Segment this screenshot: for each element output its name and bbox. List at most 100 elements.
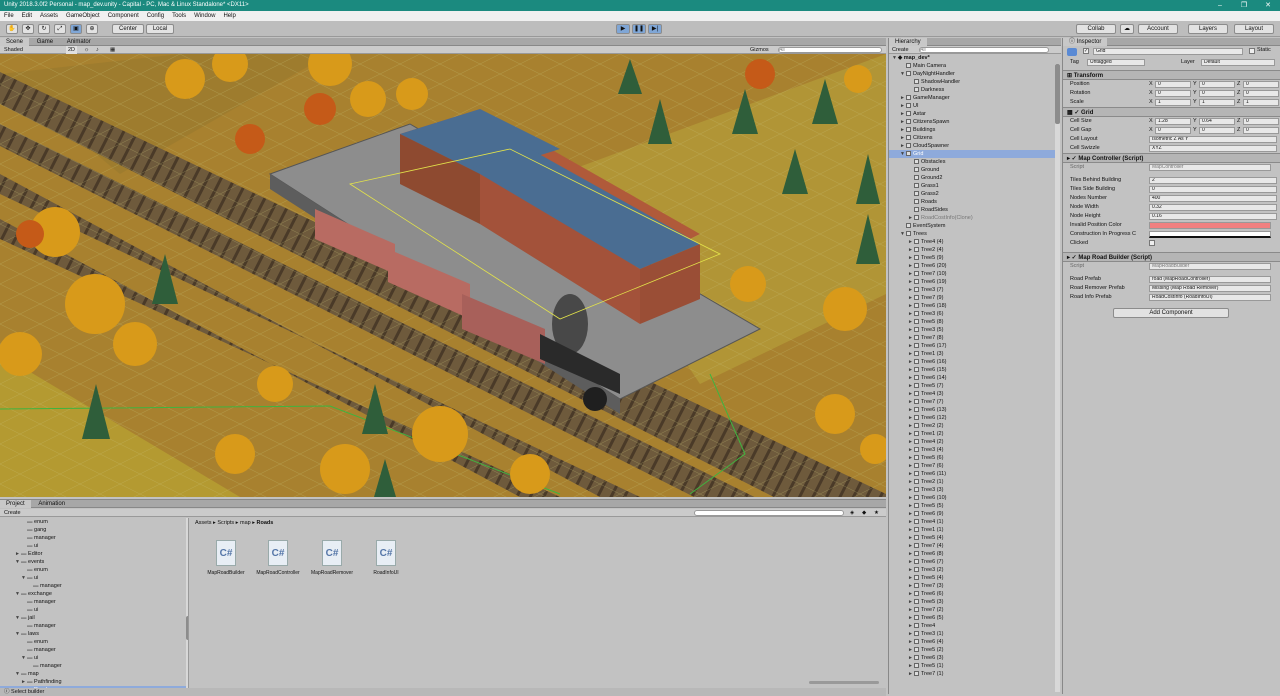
hierarchy-item[interactable]: ► Tree6 (17): [889, 342, 1060, 350]
expand-arrow-icon[interactable]: ▼: [891, 54, 898, 62]
static-checkbox[interactable]: [1249, 48, 1255, 54]
favorite-icon[interactable]: ★: [874, 509, 879, 517]
hierarchy-item[interactable]: ► Tree6 (3): [889, 654, 1060, 662]
expand-arrow-icon[interactable]: ▼: [14, 614, 21, 622]
tab-animator[interactable]: Animator: [61, 38, 97, 46]
hierarchy-item[interactable]: ► Tree4: [889, 622, 1060, 630]
expand-arrow-icon[interactable]: ►: [907, 638, 914, 646]
expand-arrow-icon[interactable]: ►: [907, 270, 914, 278]
add-component-button[interactable]: Add Component: [1113, 308, 1229, 318]
layout-dropdown[interactable]: Layout: [1234, 24, 1274, 34]
maximize-icon[interactable]: ❐: [1232, 0, 1256, 11]
expand-arrow-icon[interactable]: ►: [899, 134, 906, 142]
scene-search-input[interactable]: [778, 47, 882, 53]
project-folder-item[interactable]: ▬ manager: [0, 662, 186, 670]
pivot-local-button[interactable]: Local: [146, 24, 174, 34]
hierarchy-item[interactable]: ► Tree6 (18): [889, 302, 1060, 310]
menu-window[interactable]: Window: [190, 11, 219, 21]
vector-field-y[interactable]: 0: [1199, 90, 1235, 97]
hierarchy-item[interactable]: ► Tree7 (1): [889, 670, 1060, 678]
hierarchy-item[interactable]: ► Tree5 (7): [889, 382, 1060, 390]
vector-field-y[interactable]: 0: [1199, 81, 1235, 88]
expand-arrow-icon[interactable]: ►: [907, 390, 914, 398]
scene-root[interactable]: ▼◆ map_dev*: [889, 54, 1060, 62]
shading-dropdown[interactable]: Shaded: [4, 46, 23, 54]
project-folder-item[interactable]: ▬ manager: [0, 582, 186, 590]
hierarchy-item[interactable]: Ground2: [889, 174, 1060, 182]
expand-arrow-icon[interactable]: ►: [907, 254, 914, 262]
hand-tool-icon[interactable]: ✋: [6, 24, 18, 34]
hierarchy-item[interactable]: RoadSides: [889, 206, 1060, 214]
tab-inspector[interactable]: ⓘ Inspector: [1063, 38, 1108, 46]
hierarchy-item[interactable]: ► Tree3 (6): [889, 310, 1060, 318]
step-icon[interactable]: ▶|: [648, 24, 662, 34]
hierarchy-item[interactable]: ► Tree6 (4): [889, 638, 1060, 646]
hierarchy-item[interactable]: ► Tree6 (7): [889, 558, 1060, 566]
expand-arrow-icon[interactable]: ►: [907, 526, 914, 534]
hierarchy-item[interactable]: ► Astar: [889, 110, 1060, 118]
mode-2d-toggle[interactable]: 2D: [66, 46, 78, 54]
vector-field-x[interactable]: 1.28: [1155, 118, 1191, 125]
vector-field-z[interactable]: 0: [1243, 127, 1279, 134]
expand-arrow-icon[interactable]: ►: [907, 590, 914, 598]
cell-swizzle-dropdown[interactable]: XYZ: [1149, 145, 1277, 152]
hierarchy-item[interactable]: ► Tree6 (19): [889, 278, 1060, 286]
pivot-center-button[interactable]: Center: [112, 24, 144, 34]
expand-arrow-icon[interactable]: ▼: [899, 230, 906, 238]
hierarchy-item[interactable]: ► Tree1 (1): [889, 526, 1060, 534]
breadcrumb-item[interactable]: map: [240, 520, 251, 526]
hierarchy-item[interactable]: ► Tree4 (4): [889, 238, 1060, 246]
expand-arrow-icon[interactable]: ►: [907, 534, 914, 542]
hierarchy-item[interactable]: ► CitizensSpawn: [889, 118, 1060, 126]
map-road-builder-header[interactable]: ▸ ✓ Map Road Builder (Script): [1063, 252, 1280, 262]
hierarchy-item[interactable]: ► Tree3 (7): [889, 286, 1060, 294]
hierarchy-item[interactable]: ► Tree5 (1): [889, 662, 1060, 670]
expand-arrow-icon[interactable]: ►: [907, 430, 914, 438]
hierarchy-item[interactable]: ► UI: [889, 102, 1060, 110]
hierarchy-item[interactable]: Obstacles: [889, 158, 1060, 166]
hierarchy-scrollbar[interactable]: [1055, 64, 1060, 692]
expand-arrow-icon[interactable]: ►: [907, 494, 914, 502]
expand-arrow-icon[interactable]: ►: [899, 94, 906, 102]
expand-arrow-icon[interactable]: ▼: [20, 574, 27, 582]
expand-arrow-icon[interactable]: ►: [907, 318, 914, 326]
tab-scene[interactable]: Scene: [0, 38, 30, 46]
expand-arrow-icon[interactable]: ►: [907, 398, 914, 406]
cell-layout-dropdown[interactable]: Isometric Z As Y: [1149, 136, 1277, 143]
expand-arrow-icon[interactable]: ►: [907, 550, 914, 558]
project-folder-item[interactable]: ▼▬ ui: [0, 654, 186, 662]
vector-field-x[interactable]: 0: [1155, 90, 1191, 97]
tab-project[interactable]: Project: [0, 500, 31, 508]
hierarchy-item[interactable]: ► Tree3 (3): [889, 486, 1060, 494]
expand-arrow-icon[interactable]: ▼: [14, 670, 21, 678]
hierarchy-item[interactable]: EventSystem: [889, 222, 1060, 230]
expand-arrow-icon[interactable]: ►: [907, 510, 914, 518]
hierarchy-item[interactable]: ► Tree2 (1): [889, 478, 1060, 486]
expand-arrow-icon[interactable]: ►: [907, 438, 914, 446]
vector-field-y[interactable]: 1: [1199, 99, 1235, 106]
expand-arrow-icon[interactable]: ►: [907, 598, 914, 606]
hierarchy-item[interactable]: ► Tree6 (15): [889, 366, 1060, 374]
expand-arrow-icon[interactable]: ►: [907, 294, 914, 302]
hierarchy-item[interactable]: ▼ Trees: [889, 230, 1060, 238]
hierarchy-item[interactable]: ► Tree6 (6): [889, 590, 1060, 598]
expand-arrow-icon[interactable]: ►: [907, 382, 914, 390]
hierarchy-item[interactable]: ► Tree7 (9): [889, 294, 1060, 302]
lighting-icon[interactable]: ☼: [84, 46, 89, 54]
expand-arrow-icon[interactable]: ►: [907, 446, 914, 454]
invalid-color-swatch[interactable]: [1149, 222, 1271, 229]
expand-arrow-icon[interactable]: ►: [907, 214, 914, 222]
hierarchy-item[interactable]: ShadowHandler: [889, 78, 1060, 86]
play-icon[interactable]: ▶: [616, 24, 630, 34]
project-folder-item[interactable]: ▼▬ ui: [0, 574, 186, 582]
layer-dropdown[interactable]: Default: [1201, 59, 1275, 66]
expand-arrow-icon[interactable]: ►: [899, 118, 906, 126]
project-folder-item[interactable]: ▬ ui: [0, 606, 186, 614]
vector-field-y[interactable]: 0.64: [1199, 118, 1235, 125]
project-folder-item[interactable]: ▬ ui: [0, 542, 186, 550]
hierarchy-item[interactable]: ► Tree6 (5): [889, 614, 1060, 622]
hierarchy-item[interactable]: ► Tree4 (3): [889, 390, 1060, 398]
project-folder-item[interactable]: ▼▬ laws: [0, 630, 186, 638]
hierarchy-item[interactable]: ► Tree1 (2): [889, 430, 1060, 438]
vector-field-z[interactable]: 0: [1243, 90, 1279, 97]
